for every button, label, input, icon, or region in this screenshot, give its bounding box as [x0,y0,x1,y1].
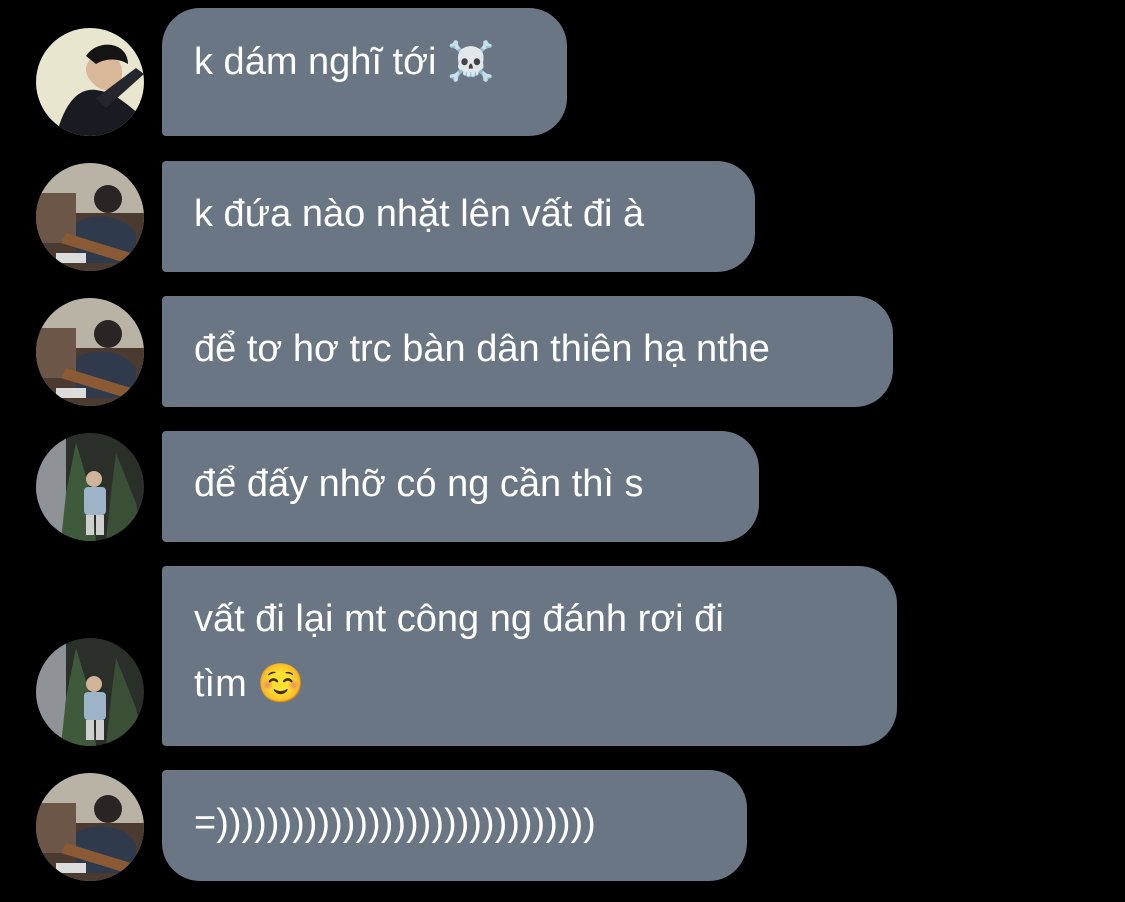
avatar-photo-icon [36,28,144,136]
message-text: =)))))))))))))))))))))))))))))) [194,802,596,844]
avatar[interactable] [36,433,144,541]
avatar[interactable] [36,298,144,406]
avatar[interactable] [36,773,144,881]
message-bubble[interactable]: để đấy nhỡ có ng cần thì s [162,431,759,542]
message-text: k đứa nào nhặt lên vất đi à [194,193,645,235]
message-bubble[interactable]: để tơ hơ trc bàn dân thiên hạ nthe [162,296,893,407]
smiling-face-emoji-icon: ☺️ [257,661,305,705]
message-text: để tơ hơ trc bàn dân thiên hạ nthe [194,328,770,370]
message-bubble[interactable]: vất đi lại mt công ng đánh rơi đi tìm ☺️ [162,566,897,746]
avatar[interactable] [36,163,144,271]
avatar[interactable] [36,638,144,746]
message-bubble[interactable]: k dám nghĩ tới ☠️ [162,8,567,136]
message-text: để đấy nhỡ có ng cần thì s [194,463,644,505]
message-text-line: tìm [194,663,247,705]
avatar[interactable] [36,28,144,136]
avatar-photo-icon [36,163,144,271]
message-bubble[interactable]: =)))))))))))))))))))))))))))))) [162,770,747,881]
message-text: k dám nghĩ tới [194,41,437,83]
avatar-photo-icon [36,773,144,881]
skull-crossbones-emoji-icon: ☠️ [447,39,495,83]
message-text-line: vất đi lại mt công ng đánh rơi đi [194,598,724,640]
avatar-photo-icon [36,433,144,541]
avatar-photo-icon [36,638,144,746]
avatar-photo-icon [36,298,144,406]
message-bubble[interactable]: k đứa nào nhặt lên vất đi à [162,161,755,272]
